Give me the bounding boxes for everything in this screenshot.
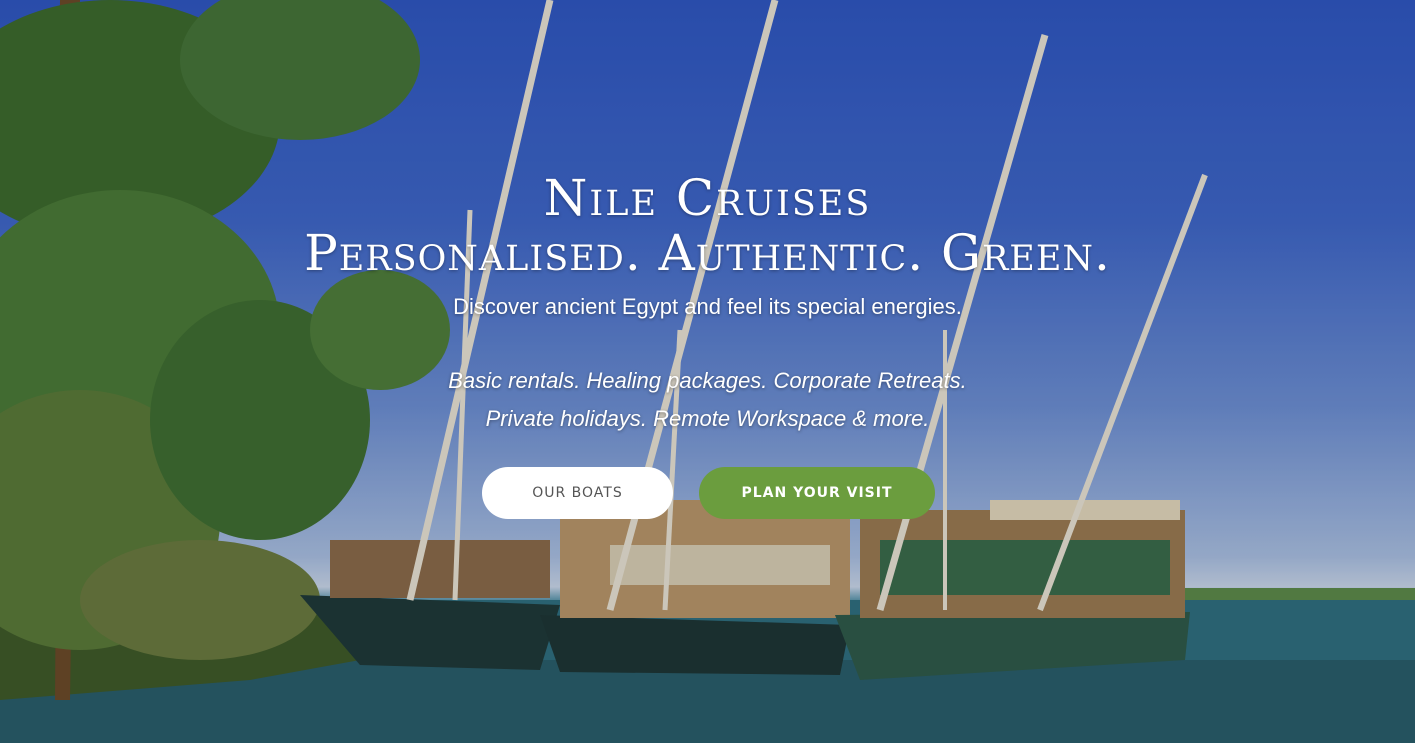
hero-services-list: Basic rentals. Healing packages. Corpora… bbox=[0, 362, 1415, 438]
hero-buttons: OUR BOATS PLAN YOUR VISIT bbox=[0, 467, 1415, 521]
hero-content: Nile Cruises Personalised. Authentic. Gr… bbox=[0, 170, 1415, 438]
our-boats-button[interactable]: OUR BOATS bbox=[482, 467, 673, 519]
hero-services-line-2: Private holidays. Remote Workspace & mor… bbox=[485, 406, 930, 431]
plan-your-visit-button[interactable]: PLAN YOUR VISIT bbox=[699, 467, 935, 519]
hero-title: Nile Cruises bbox=[543, 169, 872, 227]
hero-subtitle: Discover ancient Egypt and feel its spec… bbox=[453, 294, 962, 319]
hero-title-tagline: Personalised. Authentic. Green. bbox=[304, 224, 1111, 282]
hero-section: Nile Cruises Personalised. Authentic. Gr… bbox=[0, 0, 1415, 743]
hero-services-line-1: Basic rentals. Healing packages. Corpora… bbox=[448, 368, 967, 393]
